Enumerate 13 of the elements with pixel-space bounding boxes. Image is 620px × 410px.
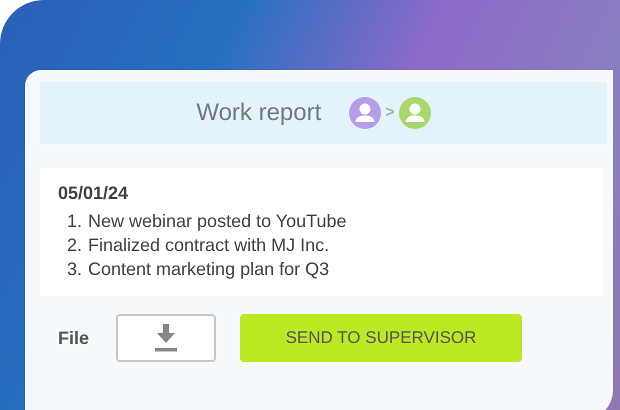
download-icon bbox=[154, 324, 178, 352]
report-date: 05/01/24 bbox=[58, 182, 128, 205]
download-button[interactable] bbox=[116, 314, 216, 362]
file-label: File bbox=[58, 326, 90, 350]
arrow-separator: > bbox=[385, 103, 395, 123]
window-title: Work report bbox=[196, 98, 322, 128]
list-number: 2. bbox=[66, 234, 82, 257]
list-number: 3. bbox=[66, 258, 82, 281]
send-button[interactable]: SEND TO SUPERVISOR bbox=[240, 314, 522, 362]
list-item: Finalized contract with MJ Inc. bbox=[88, 234, 330, 257]
list-item: New webinar posted to YouTube bbox=[88, 210, 347, 233]
list-number: 1. bbox=[66, 210, 82, 233]
list-item: Content marketing plan for Q3 bbox=[88, 258, 330, 281]
